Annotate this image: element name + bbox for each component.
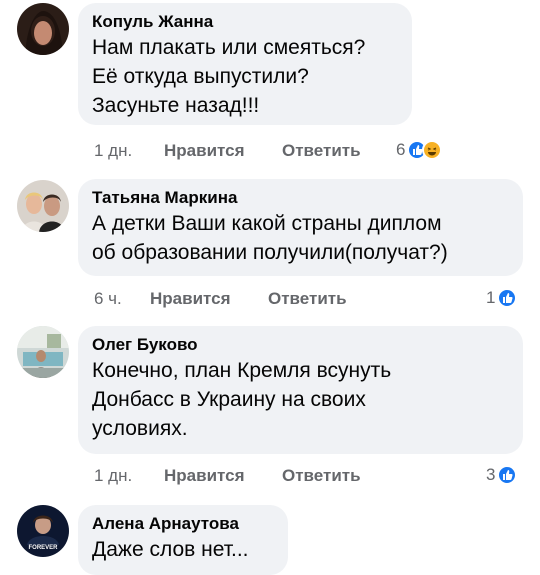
comment-author[interactable]: Татьяна Маркина — [92, 187, 509, 209]
haha-icon — [422, 140, 443, 160]
avatar[interactable]: FOREVER — [17, 505, 69, 557]
like-button[interactable]: Нравится — [150, 288, 231, 310]
comment-text: Нам плакать или смеяться? Её откуда выпу… — [92, 36, 366, 117]
like-button[interactable]: Нравится — [164, 140, 245, 162]
reaction-count: 1 — [486, 288, 496, 307]
avatar[interactable] — [17, 326, 69, 378]
comment-author[interactable]: Алена Арнаутова — [92, 513, 274, 535]
comment-actions: 1 дн. Нравится Ответить — [94, 465, 474, 487]
reaction-count: 3 — [486, 465, 496, 484]
reaction-count: 6 — [396, 140, 406, 159]
comment-text: Даже слов нет... — [92, 538, 249, 561]
like-icon — [497, 465, 518, 485]
comment-bubble: Алена Арнаутова Даже слов нет... — [78, 505, 288, 575]
like-icon — [497, 288, 518, 308]
avatar-photo-icon: FOREVER — [17, 505, 69, 557]
avatar[interactable] — [17, 180, 69, 232]
avatar-photo-icon — [17, 180, 69, 232]
comment-actions: 6 ч. Нравится Ответить — [94, 288, 474, 310]
comment-text: Конечно, план Кремля всунуть Донбасс в У… — [92, 359, 392, 440]
avatar-photo-icon — [17, 326, 69, 378]
like-button[interactable]: Нравится — [164, 465, 245, 487]
reply-button[interactable]: Ответить — [268, 288, 347, 310]
reply-button[interactable]: Ответить — [282, 465, 361, 487]
comment-author[interactable]: Копуль Жанна — [92, 11, 398, 33]
comment-bubble: Копуль Жанна Нам плакать или смеяться? Е… — [78, 3, 412, 125]
svg-text:FOREVER: FOREVER — [28, 545, 58, 551]
comment-time[interactable]: 6 ч. — [94, 288, 122, 310]
comment-bubble: Олег Буково Конечно, план Кремля всунуть… — [78, 326, 523, 454]
reply-button[interactable]: Ответить — [282, 140, 361, 162]
reaction-summary[interactable]: 1 — [486, 287, 518, 309]
comment-time[interactable]: 1 дн. — [94, 465, 132, 487]
comment-time[interactable]: 1 дн. — [94, 140, 132, 162]
comment-bubble: Татьяна Маркина А детки Ваши какой стран… — [78, 179, 523, 276]
avatar-photo-icon — [17, 3, 69, 55]
reaction-summary[interactable]: 6 — [396, 139, 443, 161]
avatar[interactable] — [17, 3, 69, 55]
comment-text: А детки Ваши какой страны диплом об обра… — [92, 212, 448, 264]
comment-author[interactable]: Олег Буково — [92, 334, 509, 356]
reaction-summary[interactable]: 3 — [486, 464, 518, 486]
